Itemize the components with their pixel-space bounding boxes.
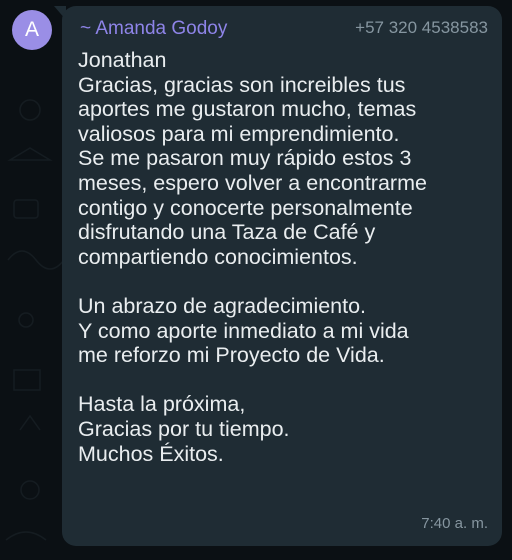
message-line: Gracias por tu tiempo. [78,416,290,441]
message-line: contigo y conocerte personalmente [78,195,413,220]
message-line: aportes me gustaron mucho, temas [78,97,417,122]
message-line: Y como aporte inmediato a mi vida [78,318,409,343]
message-line: valiosos para mi emprendimiento. [78,121,400,146]
sender-name[interactable]: ~ Amanda Godoy [80,18,227,40]
sender-avatar[interactable]: A [12,10,52,50]
message-timestamp: 7:40 a. m. [421,515,488,532]
message-bubble[interactable]: ~ Amanda Godoy +57 320 4538583 Jonathan … [62,6,502,546]
message-line: Se me pasaron muy rápido estos 3 [78,146,412,171]
message-line: meses, espero volver a encontrarme [78,170,427,195]
message-text: Jonathan Gracias, gracias son increibles… [78,48,498,466]
message-line: Gracias, gracias son increibles tus [78,72,406,97]
sender-phone: +57 320 4538583 [355,18,488,37]
message-line-blank [78,368,498,393]
message-line: Un abrazo de agradecimiento. [78,293,367,318]
message-line: Hasta la próxima, [78,392,246,417]
message-line-blank [78,269,498,294]
avatar-initial: A [24,18,39,41]
message-line: Jonathan [78,48,167,72]
message-line: compartiendo conocimientos. [78,244,358,269]
message-line: disfrutando una Taza de Café y [78,220,376,245]
message-line: me reforzo mi Proyecto de Vida. [78,343,385,368]
message-line: Muchos Éxitos. [78,441,224,466]
